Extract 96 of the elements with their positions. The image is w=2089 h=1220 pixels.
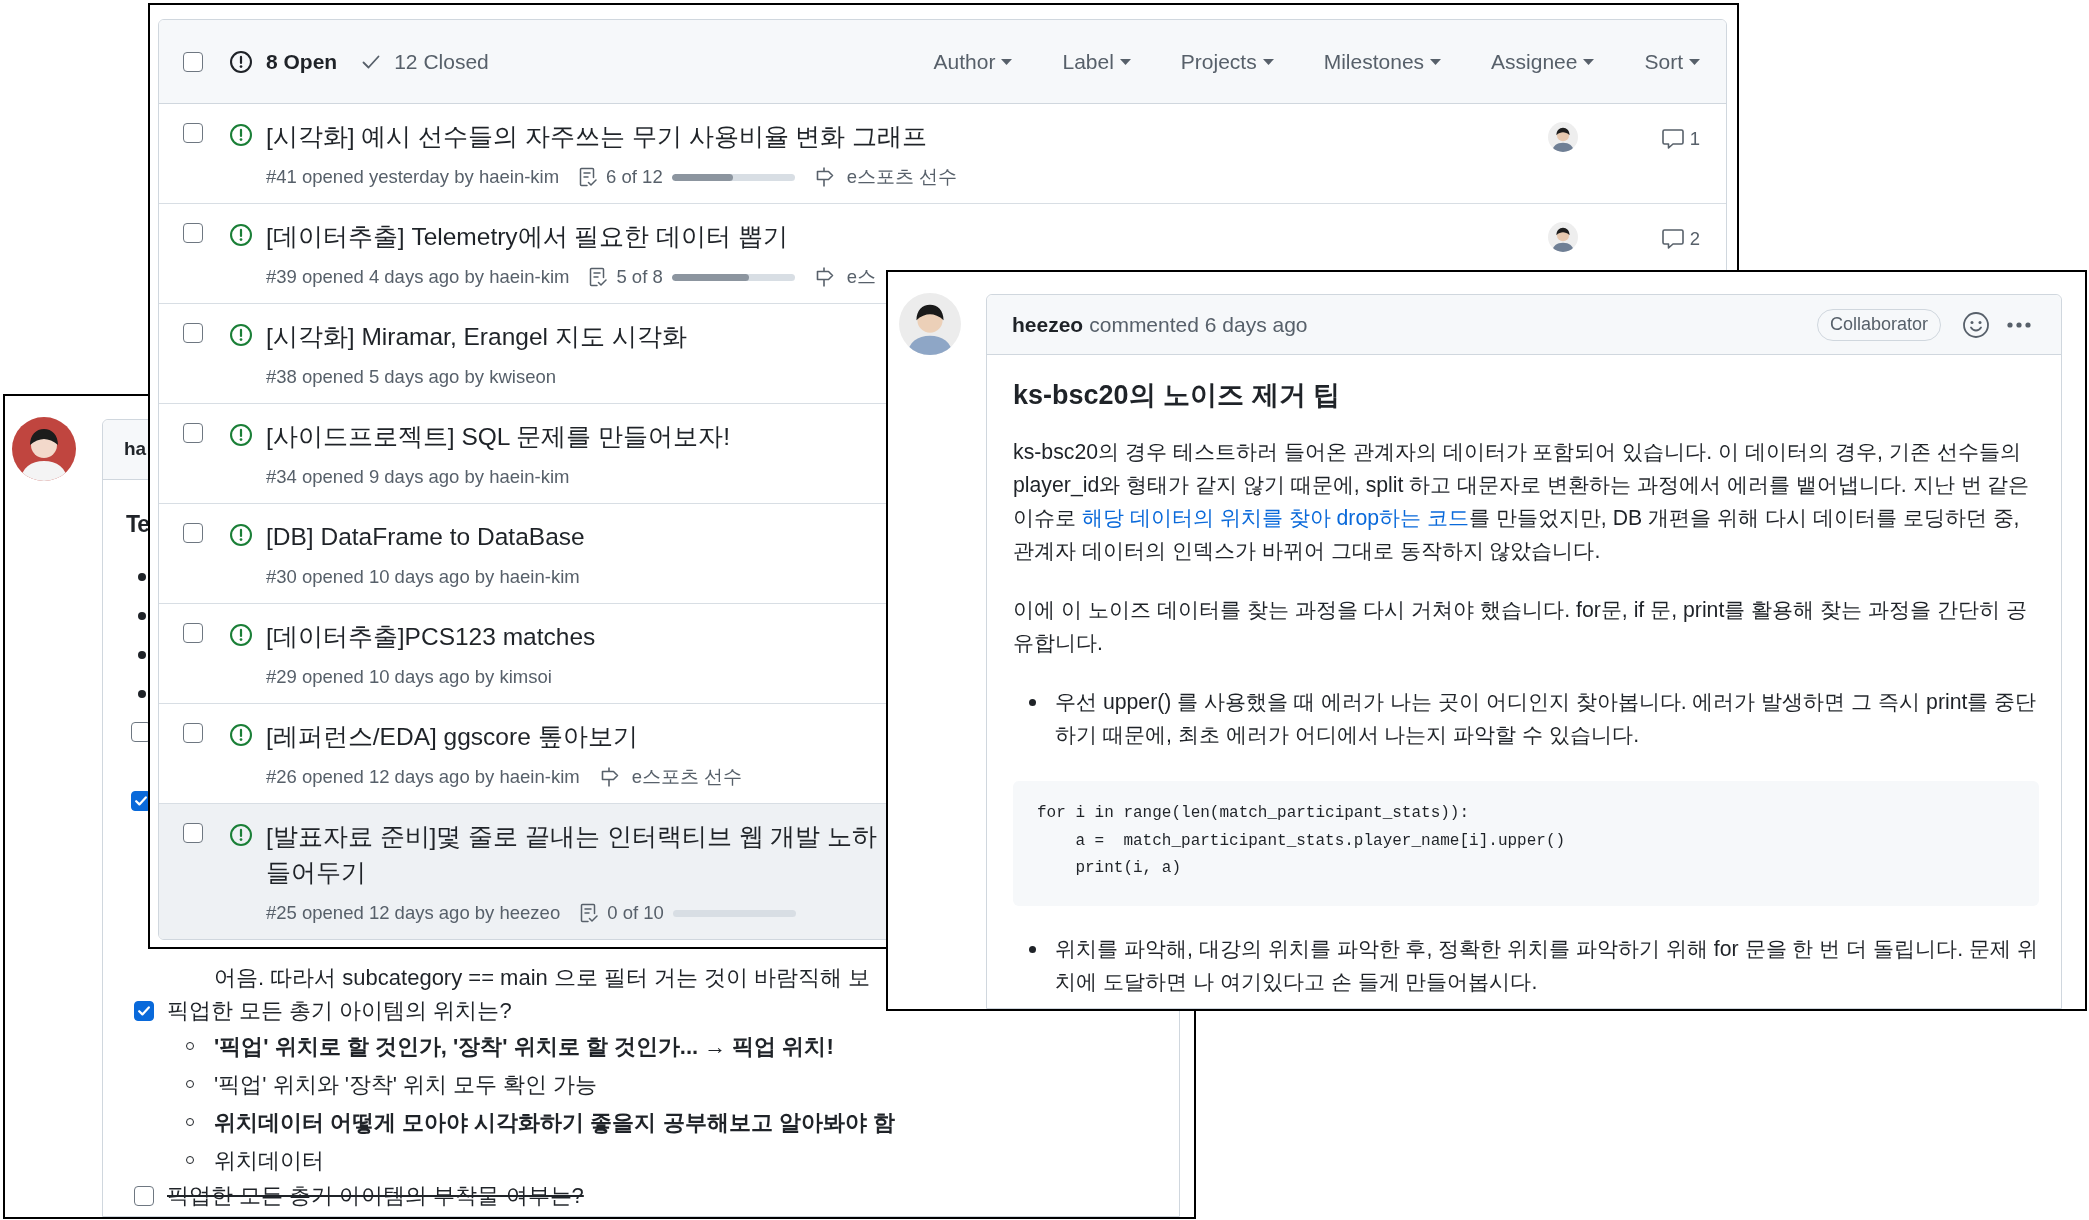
caret-icon	[1689, 58, 1700, 65]
check-icon	[362, 54, 381, 69]
issue-title[interactable]: [발표자료 준비]몇 줄로 끝내는 인터랙티브 웹 개발 노하 들어두기	[266, 819, 878, 891]
signpost-icon	[814, 267, 835, 287]
checkbox[interactable]	[183, 823, 203, 843]
bullet-icon	[1029, 699, 1036, 706]
bullet-icon	[138, 611, 146, 620]
link[interactable]: 해당 데이터의 위치를 찾아 drop하는 코드	[1081, 506, 1469, 530]
issue-meta: #38 opened 5 days ago by kwiseon	[266, 365, 557, 390]
list-text: 위치를 파악해, 대강의 위치를 파악한 후, 정확한 위치를 파악하기 위해 for 문을 한 번 더 돌립니다. 문제 위치에 도달하면 나 여기있다고 손 들게 만들어봅시다.	[1055, 935, 2039, 996]
task-progress-text: 5 of 8	[616, 265, 663, 290]
comment-heading: ks-bsc20의 노이즈 제거 팁	[1013, 379, 1342, 412]
comment-count[interactable]: 1	[1689, 125, 1700, 153]
list-text: 위치데이터 어떻게 모아야 시각화하기 좋을지 공부해보고 알아봐야 함	[214, 1108, 895, 1137]
checkbox[interactable]	[131, 791, 151, 811]
checkbox[interactable]	[131, 722, 151, 742]
checklist-icon	[580, 903, 599, 923]
issue-title[interactable]: [레퍼런스/EDA] ggscore 톺아보기	[266, 719, 638, 755]
filter-dropdown[interactable]: Label	[1062, 45, 1131, 78]
issue-title[interactable]: [시각화] Miramar, Erangel 지도 시각화	[266, 319, 687, 355]
issue-title[interactable]: [시각화] 예시 선수들의 자주쓰는 무기 사용비율 변화 그래프	[266, 119, 928, 155]
signpost-icon	[814, 167, 835, 187]
checklist-icon	[579, 167, 598, 187]
speech-bubble-icon	[1661, 228, 1684, 249]
list-text: '픽업' 위치와 '장착' 위치 모두 확인 가능	[214, 1070, 598, 1099]
task-text: 픽업한 모든 총기 아이템의 위치는?	[167, 997, 512, 1025]
caret-icon	[1001, 58, 1013, 65]
milestone-label[interactable]: e스포츠 선수	[846, 163, 958, 191]
filter-dropdown[interactable]: Author	[933, 45, 1013, 78]
issue-meta: #34 opened 9 days ago by haein-kim	[266, 465, 570, 490]
caret-icon	[1262, 58, 1274, 65]
filter-dropdown[interactable]: Projects	[1180, 45, 1274, 78]
issue-meta: #41 opened yesterday by haein-kim	[266, 165, 560, 190]
caret-icon	[1430, 58, 1442, 65]
exclamation-circle-icon	[230, 324, 252, 346]
exclamation-circle-icon	[230, 50, 252, 73]
checkbox[interactable]	[183, 423, 203, 443]
paragraph-text: 이에 이 노이즈 데이터를 찾는 과정을 다시 거쳐야 했습니다. for문, if 문, print를 활용해 찾는 과정을 간단히 공유합니다.	[1013, 597, 2028, 657]
task-text: 픽업한 모든 총기 아이템의 부착물 여부는?	[167, 1182, 584, 1210]
comment-heading: Te	[126, 510, 150, 539]
issue-meta: #30 opened 10 days ago by haein-kim	[266, 565, 580, 590]
checkbox[interactable]	[134, 1000, 154, 1021]
paragraph-text: ks-bsc20의 경우 테스트하러 들어온 관계자의 데이터가 포함되어 있습니다. 이 데이터의 경우, 기존 선수들의 player_id와 형태가 같지 않기 때문에, split 하고 대문자로 변환하는 과정에서 에러를 뱉어냅니다. 지난 번 같은 이슈로 해당 데이터의 위치를 찾아 drop하는 코드를 만들었지만, DB 개편을 위해 다시 데이터를 로딩하던 중, 관계자 데이터의 인덱스가 바뀌어 그대로 동작하지 않았습니다.	[1013, 439, 2031, 565]
more-icon[interactable]	[2007, 321, 2031, 328]
exclamation-circle-icon	[230, 224, 252, 246]
comment-count[interactable]: 2	[1689, 225, 1700, 253]
filter-dropdown[interactable]: Sort	[1644, 45, 1700, 78]
bullet-icon	[138, 689, 146, 698]
exclamation-circle-icon	[230, 124, 252, 146]
signpost-icon	[599, 767, 620, 787]
exclamation-circle-icon	[230, 824, 252, 846]
list-text: '픽업' 위치로 할 것인가, '장착' 위치로 할 것인가... → 픽업 위치!	[214, 1032, 834, 1061]
code-block: for i in range(len(match_participant_stats)): a = match_participant_stats.player_name[i].upper() print(i, a)	[1013, 781, 2039, 906]
checkbox[interactable]	[183, 523, 203, 543]
issue-meta: #29 opened 10 days ago by kimsoi	[266, 665, 552, 690]
filter-dropdown[interactable]: Assignee	[1491, 45, 1595, 78]
issue-title[interactable]: [사이드프로젝트] SQL 문제를 만들어보자!	[266, 419, 730, 455]
exclamation-circle-icon	[230, 524, 252, 546]
filter-dropdown[interactable]: Milestones	[1323, 45, 1442, 78]
comment-time: commented 6 days ago	[1089, 311, 1308, 338]
checkbox[interactable]	[183, 323, 203, 343]
exclamation-circle-icon	[230, 424, 252, 446]
state-tab[interactable]: 8 Open	[230, 45, 338, 78]
author-name[interactable]: ha	[124, 435, 147, 464]
caret-icon	[1119, 58, 1131, 65]
bullet-icon	[138, 650, 146, 659]
bullet-icon	[1029, 945, 1036, 953]
checkbox[interactable]	[183, 723, 203, 743]
bullet-icon	[138, 572, 146, 581]
task-progress-text: 6 of 12	[606, 165, 663, 190]
issue-title[interactable]: [데이터추출]PCS123 matches	[266, 619, 596, 655]
issue-meta: #39 opened 4 days ago by haein-kim	[266, 265, 570, 290]
state-tab[interactable]: 12 Closed	[362, 45, 489, 78]
checkbox[interactable]	[183, 223, 203, 243]
issue-meta: #26 opened 12 days ago by haein-kim	[266, 765, 580, 790]
exclamation-circle-icon	[230, 624, 252, 646]
list-text: 위치데이터	[214, 1146, 324, 1175]
checkbox[interactable]	[134, 1185, 154, 1206]
milestone-label[interactable]: e스	[846, 263, 876, 291]
issue-meta: #25 opened 12 days ago by heezeo	[266, 901, 561, 926]
issue-title[interactable]: [데이터추출] Telemetry에서 필요한 데이터 뽑기	[266, 219, 789, 255]
speech-bubble-icon	[1661, 128, 1684, 149]
exclamation-circle-icon	[230, 724, 252, 746]
issue-title[interactable]: [DB] DataFrame to DataBase	[266, 519, 585, 555]
author-name[interactable]: heezeo	[1012, 308, 1084, 341]
checkbox[interactable]	[183, 51, 203, 72]
task-progress-text: 0 of 10	[607, 901, 664, 926]
check-icon	[138, 1005, 150, 1016]
checkbox[interactable]	[183, 623, 203, 643]
smiley-icon[interactable]	[1963, 311, 1989, 338]
checkbox[interactable]	[183, 123, 203, 143]
list-text: 어음. 따라서 subcategory == main 으로 필터 거는 것이 바람직해 보	[214, 964, 871, 992]
caret-icon	[1583, 58, 1595, 65]
list-text: 우선 upper() 를 사용했을 때 에러가 나는 곳이 어디인지 찾아봅니다. 에러가 발생하면 그 즉시 print를 중단하기 때문에, 최초 에러가 어디에서 나는지 파악할 수 있습니다.	[1055, 689, 2038, 749]
checklist-icon	[589, 267, 608, 287]
milestone-label[interactable]: e스포츠 선수	[631, 763, 743, 791]
